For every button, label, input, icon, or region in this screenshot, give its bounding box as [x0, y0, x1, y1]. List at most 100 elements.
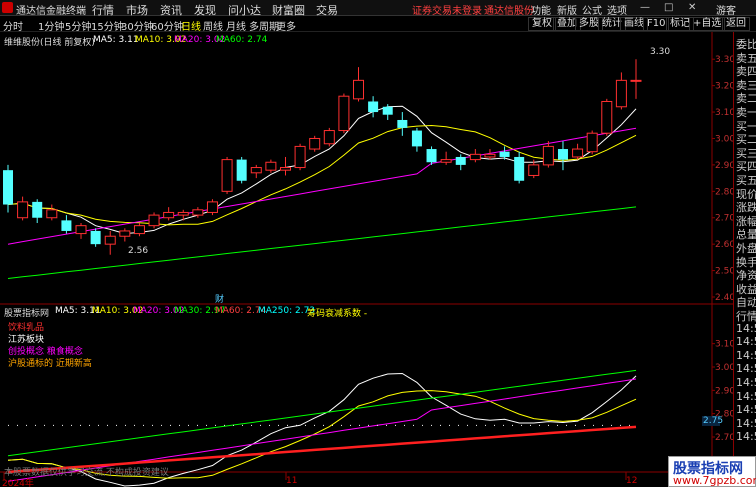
candle-body-up [265, 161, 277, 171]
candle-body-down [3, 170, 13, 205]
candle-body-up [279, 167, 291, 171]
period-tab-60min[interactable]: 60分钟 [151, 18, 184, 33]
x-label-12: 12 [626, 476, 638, 486]
main-y-tick-label: 3.20 [715, 82, 733, 92]
trade-login-alert[interactable]: 证券交易未登录 [412, 2, 482, 17]
candle-body-up [177, 211, 189, 216]
candle-body-down [557, 149, 568, 160]
period-tab-weekly[interactable]: 周线 [203, 18, 223, 33]
candle-body-up [133, 225, 145, 235]
title-bar: 通达信金融终端 行情 市场 资讯 发现 问小达 财富圈 交易 证券交易未登录 通… [0, 0, 756, 17]
sub-ma30-line [7, 369, 637, 457]
fanhui-button[interactable]: 返回 [722, 17, 750, 31]
menu-xinban[interactable]: 新版 [557, 2, 577, 17]
period-tab-more[interactable]: 更多 [276, 18, 296, 33]
watermark-logo: 股票指标网 www.7gpzb.com [668, 456, 756, 487]
candle-body-down [368, 101, 379, 113]
candle-body-up [469, 153, 481, 161]
add-favorite-button[interactable]: +自选 [689, 17, 726, 31]
main-y-tick-label: 2.60 [715, 240, 733, 250]
minimize-icon[interactable]: — [640, 2, 650, 13]
main-y-tick-label: 2.70 [715, 214, 733, 224]
main-y-tick-label: 2.80 [715, 187, 733, 197]
main-y-tick-label: 3.10 [715, 108, 733, 118]
ma60-line [7, 206, 637, 279]
candle-body-up [323, 130, 335, 145]
fuquan-button[interactable]: 复权 [528, 17, 556, 31]
sidebar-item[interactable]: 14:5 [736, 390, 756, 403]
high-price-label: 3.30 [650, 47, 671, 57]
candle-body-up [353, 79, 365, 100]
candle-body-up [148, 214, 160, 227]
maximize-icon[interactable]: □ [664, 2, 673, 13]
period-tab-5min[interactable]: 5分钟 [65, 18, 91, 33]
candle-body-up [75, 225, 87, 235]
sub-y-tick-label: 2.70 [715, 433, 733, 443]
main-y-tick-label: 2.90 [715, 161, 733, 171]
period-tab-30min[interactable]: 30分钟 [121, 18, 154, 33]
main-y-tick-label: 2.40 [715, 293, 733, 303]
x-label-2024: 2024年 [2, 479, 34, 487]
candle-body-up [104, 235, 116, 245]
period-toolbar: 分时 1分钟 5分钟 15分钟 30分钟 60分钟 日线 周线 月线 多周期 更… [0, 16, 756, 33]
period-tab-monthly[interactable]: 月线 [226, 18, 246, 33]
main-y-tick-label: 2.50 [715, 267, 733, 277]
candle-body-up [338, 95, 350, 132]
app-logo-icon [2, 2, 13, 13]
candle-body-up [586, 132, 598, 153]
ma10-line [7, 124, 637, 226]
ma5-line [7, 105, 637, 235]
menu-gongshi[interactable]: 公式 [582, 2, 602, 17]
close-icon[interactable]: ✕ [688, 2, 696, 13]
guest-label[interactable]: 游客 [716, 2, 736, 17]
candle-body-up [119, 230, 131, 237]
finance-mark-icon[interactable]: 财 [215, 292, 224, 305]
candle-body-down [382, 106, 393, 115]
candle-body-up [294, 145, 306, 169]
sidebar-item[interactable]: 14:5 [736, 376, 756, 389]
sidebar-item[interactable]: 14:50 [736, 349, 756, 362]
candle-body-down [397, 119, 408, 128]
candle-body-down [411, 130, 422, 147]
candle-body-up [542, 145, 554, 166]
candle-body-up [250, 167, 262, 174]
candle-body-up [163, 211, 175, 219]
menu-xuanxiang[interactable]: 选项 [607, 2, 627, 17]
period-tab-1min[interactable]: 1分钟 [38, 18, 64, 33]
low-price-label: 2.56 [128, 246, 149, 256]
candle-body-up [440, 159, 452, 163]
period-tab-multi[interactable]: 多周期 [249, 18, 279, 33]
sidebar-item[interactable]: 14:5 [736, 430, 756, 443]
candle-body-up [484, 153, 496, 158]
sidebar-item[interactable]: 14:50 [736, 362, 756, 375]
candle-body-up [46, 209, 58, 219]
candle-body-up [206, 201, 218, 213]
candle-body-down [61, 220, 72, 231]
candle-body-down [514, 156, 525, 181]
candle-body-up [615, 79, 627, 108]
candle-body-down [426, 149, 437, 163]
kline-chart[interactable]: 3.30 3.20 3.10 3.00 2.90 2.80 2.70 2.60 2.50 2.40… [0, 32, 733, 487]
period-tab-fenshi[interactable]: 分时 [3, 18, 23, 33]
candle-body-down [236, 159, 247, 181]
menu-gongneng[interactable]: 功能 [531, 2, 551, 17]
sidebar-item[interactable]: 14:50 [736, 335, 756, 348]
quote-sidebar: 委比 卖五 卖四 卖三 卖二 卖一 买一 买二 买三 买四 买五 现价 涨跌 涨幅 总量 外盘 换手 净资 收益 自动… [733, 32, 756, 487]
candle-body-down [90, 230, 101, 245]
sidebar-item[interactable]: 14:5 [736, 417, 756, 430]
period-tab-daily[interactable]: 日线 [181, 18, 201, 33]
candle-body-up [17, 201, 29, 219]
app-title: 通达信金融终端 [16, 6, 86, 17]
sidebar-item[interactable]: 14:5 [736, 403, 756, 416]
sub-y-tick-label: 2.90 [715, 386, 733, 396]
main-y-tick-label: 3.00 [715, 134, 733, 144]
sidebar-item[interactable]: 14:50 [736, 322, 756, 335]
candle-body-down [455, 156, 466, 165]
candle-body-down [32, 201, 43, 218]
stock-name-alert[interactable]: 通达信股份 [484, 2, 534, 17]
candle-body-up [221, 159, 233, 192]
sub-y-tick-label: 3.00 [715, 363, 733, 373]
sub-y-tick-label: 3.10 [715, 340, 733, 350]
current-value-badge: 2.75 [702, 416, 724, 426]
period-tab-15min[interactable]: 15分钟 [91, 18, 124, 33]
